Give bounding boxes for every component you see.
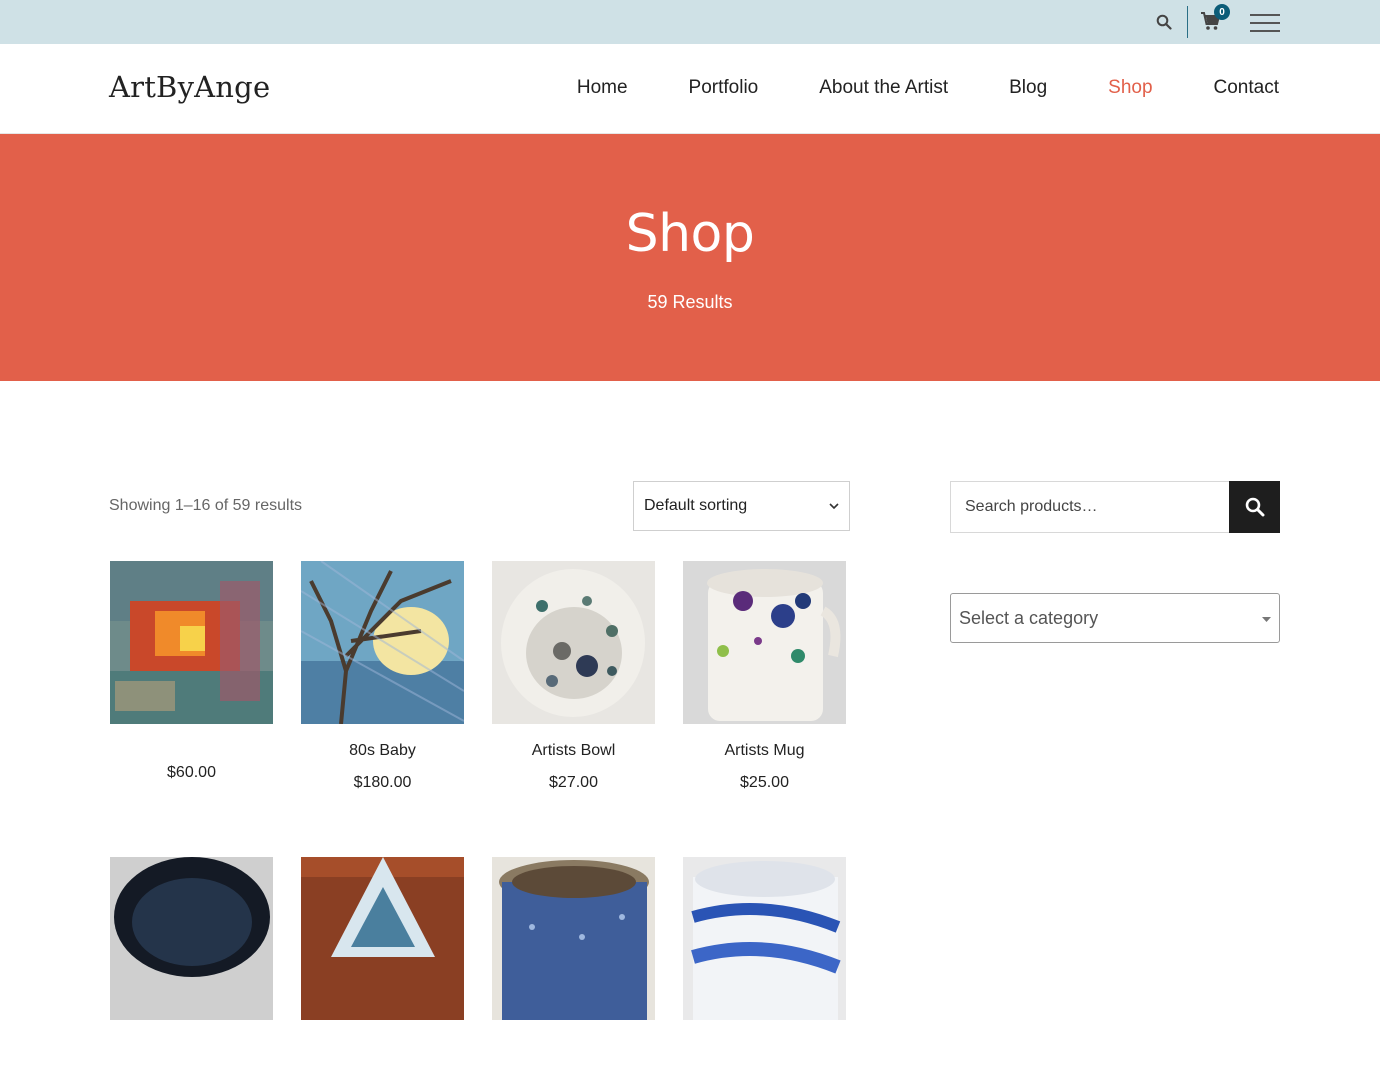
page-title: Shop — [625, 204, 755, 264]
sort-select[interactable]: Default sorting — [633, 481, 850, 531]
category-select-value: Select a category — [959, 607, 1099, 628]
site-logo[interactable]: ArtByAnge — [109, 70, 270, 104]
product-card[interactable] — [492, 857, 655, 1070]
search-icon[interactable] — [1154, 12, 1174, 32]
product-title[interactable]: 80s Baby — [301, 742, 464, 762]
product-card[interactable]: Artists Bowl $27.00 — [492, 561, 655, 792]
main-nav: Home Portfolio About the Artist Blog Shop Con… — [577, 77, 1279, 99]
result-count: Showing 1–16 of 59 results — [109, 497, 303, 514]
product-title[interactable]: Artists Mug — [683, 742, 846, 762]
product-search — [950, 481, 1280, 533]
product-card[interactable]: $60.00 — [110, 561, 273, 782]
nav-home[interactable]: Home — [577, 77, 628, 99]
product-image[interactable] — [110, 561, 273, 724]
topbar-divider — [1187, 6, 1188, 38]
product-card[interactable] — [683, 857, 846, 1070]
product-price: $25.00 — [740, 774, 789, 791]
search-submit-button[interactable] — [1229, 481, 1280, 533]
product-card[interactable]: Artists Mug $25.00 — [683, 561, 846, 792]
page-hero: Shop 59 Results — [0, 134, 1380, 381]
product-image[interactable] — [492, 857, 655, 1020]
product-image[interactable] — [683, 857, 846, 1020]
product-card[interactable] — [110, 857, 273, 1070]
search-products-input[interactable] — [950, 481, 1230, 533]
nav-contact[interactable]: Contact — [1214, 77, 1279, 99]
product-title[interactable] — [110, 744, 273, 764]
product-price: $180.00 — [353, 774, 412, 791]
nav-blog[interactable]: Blog — [1009, 77, 1047, 99]
chevron-down-icon — [829, 497, 839, 515]
cart-count-badge: 0 — [1214, 4, 1230, 20]
product-title[interactable] — [683, 1038, 846, 1058]
nav-portfolio[interactable]: Portfolio — [689, 77, 759, 99]
product-price: $60.00 — [167, 764, 216, 781]
results-count-hero: 59 Results — [647, 292, 733, 312]
product-title[interactable] — [301, 1038, 464, 1058]
product-image[interactable] — [301, 857, 464, 1020]
product-image[interactable] — [301, 561, 464, 724]
nav-about-the-artist[interactable]: About the Artist — [819, 77, 948, 99]
product-image[interactable] — [110, 857, 273, 1020]
product-title[interactable] — [110, 1038, 273, 1058]
sort-select-value: Default sorting — [644, 497, 748, 514]
product-title[interactable] — [492, 1038, 655, 1058]
search-icon — [1245, 497, 1264, 517]
site-header: ArtByAnge Home Portfolio About the Artist B… — [0, 44, 1380, 134]
caret-down-icon — [1262, 609, 1271, 627]
top-utility-bar: 0 — [0, 0, 1380, 44]
product-image[interactable] — [683, 561, 846, 724]
product-card[interactable] — [301, 857, 464, 1070]
product-price: $27.00 — [549, 774, 598, 791]
product-card[interactable]: 80s Baby $180.00 — [301, 561, 464, 792]
product-title[interactable]: Artists Bowl — [492, 742, 655, 762]
hamburger-menu-icon[interactable] — [1250, 14, 1280, 32]
nav-shop[interactable]: Shop — [1108, 77, 1152, 99]
product-image[interactable] — [492, 561, 655, 724]
category-select[interactable]: Select a category — [950, 593, 1280, 643]
